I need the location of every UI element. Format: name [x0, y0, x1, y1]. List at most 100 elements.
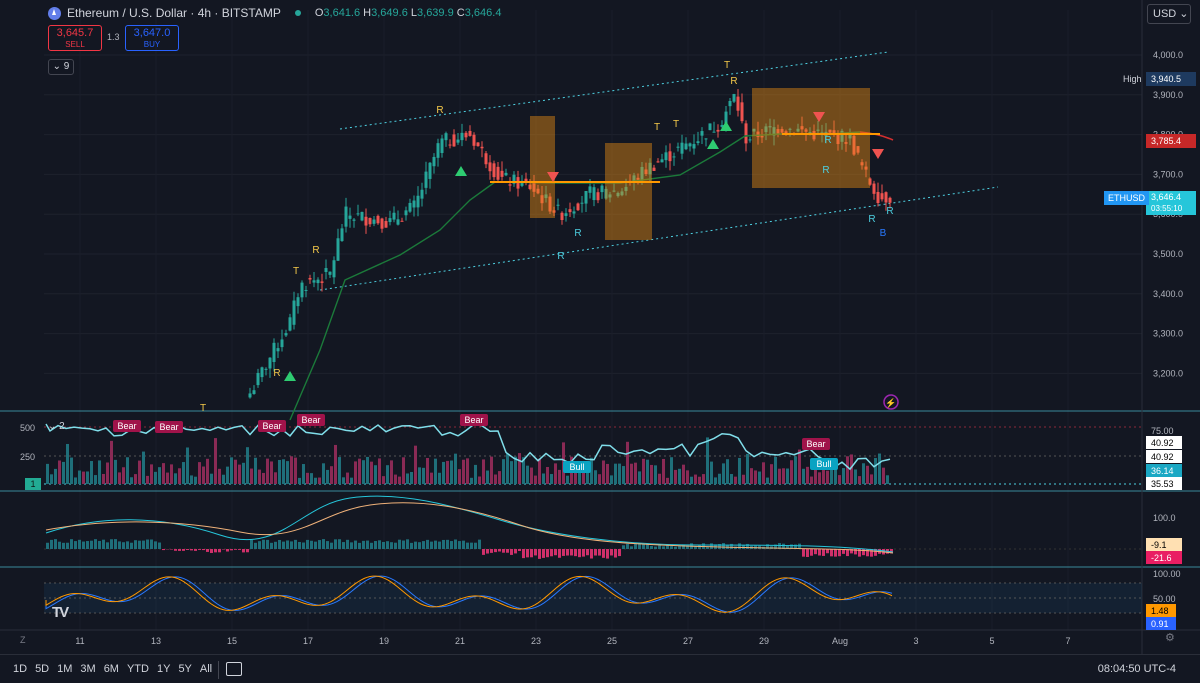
ethereum-icon — [48, 6, 61, 20]
volume-bar — [298, 477, 301, 484]
macd-histogram-bar — [866, 549, 869, 557]
candle-body — [472, 134, 476, 146]
macd-histogram-bar — [218, 549, 221, 553]
range-1y[interactable]: 1Y — [157, 663, 170, 675]
range-5d[interactable]: 5D — [35, 663, 49, 675]
macd-histogram-bar — [674, 546, 677, 549]
macd-histogram-bar — [486, 549, 489, 554]
zoom-icon[interactable]: Z — [20, 635, 26, 645]
volume-bar — [278, 459, 281, 484]
volume-bar — [430, 472, 433, 484]
volume-bar — [70, 457, 73, 484]
candle-body — [388, 218, 392, 223]
range-1m[interactable]: 1M — [57, 663, 72, 675]
buy-triangle-icon — [707, 139, 719, 149]
volume-bar — [838, 475, 841, 484]
volume-bar — [434, 458, 437, 484]
volume-bar — [530, 467, 533, 484]
candle-body — [332, 260, 336, 278]
signal-marker: R — [822, 165, 829, 176]
range-6m[interactable]: 6M — [104, 663, 119, 675]
volume-bar — [594, 470, 597, 484]
volume-bar — [366, 456, 369, 484]
clock[interactable]: 08:04:50 UTC-4 — [1098, 663, 1176, 675]
symbol-legend[interactable]: Ethereum / U.S. Dollar · 4h · BITSTAMP O… — [48, 6, 501, 20]
candle-body — [744, 123, 748, 144]
consolidation-zone — [530, 116, 555, 218]
volume-bar — [870, 474, 873, 484]
symbol-title[interactable]: Ethereum / U.S. Dollar · 4h · BITSTAMP — [67, 6, 281, 20]
candle-body — [320, 281, 324, 283]
currency-select[interactable]: USD ⌄ — [1147, 4, 1191, 24]
indicators-collapse-button[interactable]: ⌄ 9 — [48, 59, 74, 75]
volume-bar — [770, 464, 773, 484]
candle-body — [444, 133, 448, 141]
signal-marker: T — [654, 122, 660, 133]
calendar-icon[interactable] — [218, 661, 243, 679]
price-tick: 4,000.0 — [1153, 50, 1183, 60]
volume-bar — [282, 459, 285, 484]
candle-body — [256, 372, 260, 386]
volume-bar — [58, 460, 61, 484]
volume-bar — [114, 459, 117, 484]
macd-histogram-bar — [358, 542, 361, 549]
volume-bar — [726, 459, 729, 484]
macd-histogram-bar — [522, 549, 525, 559]
volume-bar — [106, 462, 109, 484]
signal-marker: T — [293, 266, 299, 277]
volume-bar — [66, 443, 69, 484]
candle-body — [728, 101, 732, 107]
sell-button[interactable]: 3,645.7 SELL — [48, 25, 102, 51]
candle-body — [580, 202, 584, 204]
gear-icon[interactable]: ⚙ — [1165, 631, 1175, 644]
candle-body — [576, 203, 580, 211]
pane-index-badge[interactable]: 1 — [25, 478, 41, 490]
candle-body — [672, 156, 676, 158]
range-ytd[interactable]: YTD — [127, 663, 149, 675]
volume-bar — [186, 447, 189, 484]
volume-bar — [698, 476, 701, 484]
time-tick: 5 — [989, 636, 994, 646]
range-all[interactable]: All — [200, 663, 212, 675]
buy-button[interactable]: 3,647.0 BUY — [125, 25, 179, 51]
time-tick: 3 — [913, 636, 918, 646]
candle-body — [572, 211, 576, 214]
candle-body — [296, 297, 300, 307]
spread-value: 1.3 — [107, 32, 120, 42]
candle-body — [592, 187, 596, 201]
high-value: 3,940.5 — [1151, 74, 1181, 84]
candle-body — [600, 185, 604, 193]
macd-line — [45, 495, 894, 553]
macd-histogram-bar — [678, 546, 681, 549]
macd-histogram-bar — [234, 549, 237, 550]
macd-histogram-bar — [330, 542, 333, 549]
volume-bar — [550, 474, 553, 484]
candle-body — [740, 102, 744, 122]
volume-bar — [110, 440, 113, 484]
macd-histogram-bar — [542, 549, 545, 558]
volume-bar — [510, 461, 513, 484]
volume-bar — [810, 476, 813, 484]
volume-bar — [62, 461, 65, 484]
candle-body — [884, 192, 888, 203]
macd-histogram-bar — [658, 545, 661, 549]
pane2-collapse[interactable]: ⌄ 2 — [48, 421, 65, 432]
volume-bar — [710, 461, 713, 484]
macd-histogram-bar — [494, 549, 497, 553]
trading-chart[interactable]: RRTRTTRTTRRRRRRB⚡4,000.03,900.03,800.03,… — [0, 0, 1200, 683]
macd-histogram-bar — [666, 545, 669, 549]
candle-body — [372, 219, 376, 224]
macd-histogram-bar — [150, 539, 153, 549]
range-5y[interactable]: 5Y — [178, 663, 191, 675]
candle-body — [376, 215, 380, 224]
volume-bar — [162, 463, 165, 484]
range-3m[interactable]: 3M — [80, 663, 95, 675]
volume-bar — [182, 462, 185, 484]
volume-bar — [722, 463, 725, 484]
range-1d[interactable]: 1D — [13, 663, 27, 675]
macd-histogram-bar — [350, 542, 353, 549]
volume-bar — [526, 465, 529, 484]
macd-histogram-bar — [370, 542, 373, 549]
macd-histogram-bar — [466, 542, 469, 549]
macd-histogram-bar — [694, 546, 697, 549]
